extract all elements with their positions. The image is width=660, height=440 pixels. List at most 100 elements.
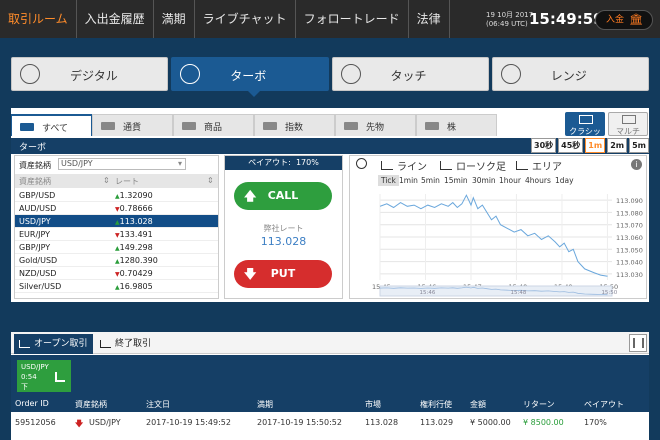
open-trade-card[interactable]: USD/JPY 0:54 下: [17, 360, 71, 392]
asset-row[interactable]: Silver/USD ▲16.9805: [15, 280, 218, 293]
range-icon: [500, 64, 521, 84]
asset-rate: ▲149.298: [115, 243, 153, 252]
call-button[interactable]: 🡅 CALL: [234, 182, 332, 210]
nav-trading-room[interactable]: 取引ルーム: [0, 0, 77, 38]
timeframe-1m[interactable]: 1m: [585, 138, 606, 153]
mode-tab-touch[interactable]: タッチ: [331, 57, 489, 91]
section-title: ターボ: [19, 143, 47, 153]
date-display: 19 10月 2017 (06:49 UTC): [486, 11, 534, 28]
expiry: 2017-10-19 15:50:52: [257, 418, 342, 427]
navigator-tick-label: 15:46: [419, 290, 435, 296]
trade-panel: ペイアウト: 170% 🡅 CALL 弊社レート 113.028 🡇 PUT: [224, 155, 343, 299]
category-tab-all[interactable]: すべて: [11, 114, 92, 136]
clock-icon: [180, 64, 201, 84]
tab-open-trades[interactable]: オープン取引: [14, 334, 93, 354]
bank-icon: 🏛: [629, 13, 643, 26]
asset-row[interactable]: GBP/JPY ▲149.298: [15, 241, 218, 254]
col-header: Order ID: [15, 399, 49, 408]
category-tab-index[interactable]: 指数: [254, 114, 335, 136]
chart-navigator[interactable]: [379, 285, 613, 297]
y-tick-label: 113.090: [616, 197, 643, 205]
category-tab-currency[interactable]: 通貨: [92, 114, 173, 136]
col-asset[interactable]: 資産銘柄: [19, 176, 51, 187]
col-header: 注文日: [146, 400, 170, 409]
col-header: 金額: [470, 400, 486, 409]
col-header: 資産銘柄: [75, 400, 107, 409]
top-nav: 取引ルーム 入出金履歴 満期 ライブチャット フォロートレード 法律 19 10…: [0, 0, 660, 38]
asset-row[interactable]: NZD/USD ▼0.70429: [15, 267, 218, 280]
timeframe-buttons: 30秒 45秒 1m 2m 5m: [531, 138, 649, 153]
payout-value: 170%: [584, 418, 607, 427]
asset-name: USD/JPY: [19, 217, 51, 226]
y-tick-label: 113.060: [616, 234, 643, 242]
put-button[interactable]: 🡇 PUT: [234, 260, 332, 288]
chart-icon: [100, 340, 111, 348]
nav-live-chat[interactable]: ライブチャット: [195, 0, 296, 38]
strike-rate: 113.029: [420, 418, 454, 427]
clock: 15:49:59: [529, 10, 604, 28]
asset-rate: ▼0.70429: [115, 269, 153, 278]
col-header: 満期: [257, 400, 273, 409]
deposit-label: 入金: [606, 15, 625, 25]
category-tab-commodity[interactable]: 商品: [173, 114, 254, 136]
trades-tabs: オープン取引 終了取引: [11, 332, 649, 354]
chart-canvas[interactable]: 113.090 113.080 113.070 113.060 113.050 113.0…: [350, 156, 646, 298]
bar-chart-icon[interactable]: [629, 334, 647, 352]
nav-expiry[interactable]: 満期: [154, 0, 195, 38]
sort-icon: ⇕: [207, 176, 214, 185]
asset-row[interactable]: Gold/USD ▲1280.390: [15, 254, 218, 267]
tab-closed-trades[interactable]: 終了取引: [95, 334, 175, 354]
asset-table-header: 資産銘柄 ⇕ レート ⇕: [15, 174, 218, 188]
asset-dropdown[interactable]: USD/JPY ▾: [58, 158, 186, 170]
col-header: リターン: [523, 400, 555, 409]
view-classic-button[interactable]: クラシック: [565, 112, 605, 147]
col-rate[interactable]: レート: [115, 176, 139, 187]
mode-tab-turbo[interactable]: ターボ: [171, 57, 329, 97]
table-row[interactable]: 59512056 🡇 USD/JPY 2017-10-19 15:49:52 2017-…: [11, 414, 649, 432]
sort-icon: ⇕: [103, 176, 110, 185]
price-chart: ライン ローソク足 エリア i Tick 1min 5min 15min 30min 1h…: [349, 155, 647, 299]
asset-name: GBP/JPY: [19, 243, 51, 252]
asset-row[interactable]: AUD/USD ▼0.78666: [15, 202, 218, 215]
asset-name: Gold/USD: [19, 256, 58, 265]
timeframe-5m[interactable]: 5m: [629, 138, 649, 153]
nav-follow-trade[interactable]: フォロートレード: [296, 0, 409, 38]
col-header: 権利行使: [420, 400, 452, 409]
asset-row[interactable]: GBP/USD ▲1.32090: [15, 189, 218, 202]
timeframe-2m[interactable]: 2m: [607, 138, 628, 153]
category-tab-futures[interactable]: 先物: [335, 114, 416, 136]
asset-rate: ▲113.028: [115, 217, 153, 226]
line-chart-icon: [579, 115, 593, 124]
mini-chart-icon: [55, 372, 65, 382]
arrow-up-icon: 🡅: [244, 189, 257, 203]
y-tick-label: 113.040: [616, 259, 643, 267]
y-tick-label: 113.030: [616, 271, 643, 279]
asset-rate: ▲1280.390: [115, 256, 158, 265]
asset-name: Silver/USD: [19, 282, 62, 291]
asset-rate: ▼133.491: [115, 230, 153, 239]
asset-name: GBP/USD: [19, 191, 56, 200]
trading-panel: すべて 通貨 商品 指数 先物 株 クラシック マルチ ターボ 30秒 45秒 …: [11, 108, 649, 302]
asset-name: NZD/USD: [19, 269, 57, 278]
rate-label: 弊社レート: [263, 224, 304, 233]
arrow-down-icon: 🡇: [75, 419, 84, 428]
nav-legal[interactable]: 法律: [409, 0, 450, 38]
open-trades-strip: USD/JPY 0:54 下: [11, 355, 649, 395]
mode-tab-range[interactable]: レンジ: [491, 57, 649, 91]
asset-rate: ▲16.9805: [115, 282, 153, 291]
mode-tabs: デジタル ターボ タッチ レンジ: [11, 57, 649, 97]
category-tab-stock[interactable]: 株: [416, 114, 497, 136]
nav-deposit-history[interactable]: 入出金履歴: [77, 0, 154, 38]
deposit-button[interactable]: 入金 🏛: [595, 10, 653, 30]
arrow-down-icon: 🡇: [244, 267, 257, 281]
asset-row[interactable]: USD/JPY ▲113.028: [15, 215, 218, 228]
view-multi-button[interactable]: マルチ: [608, 112, 648, 136]
rate-value: 113.028: [260, 235, 307, 248]
index-icon: [263, 122, 277, 130]
asset-row[interactable]: EUR/JPY ▼133.491: [15, 228, 218, 241]
mode-tab-digital[interactable]: デジタル: [11, 57, 169, 91]
trades-table-header: Order ID 資産銘柄 注文日 満期 市場 権利行使 金額 リターン ペイアウト: [11, 395, 649, 412]
timeframe-30s[interactable]: 30秒: [531, 138, 557, 153]
timeframe-45s[interactable]: 45秒: [558, 138, 584, 153]
tree-icon: [20, 64, 40, 84]
